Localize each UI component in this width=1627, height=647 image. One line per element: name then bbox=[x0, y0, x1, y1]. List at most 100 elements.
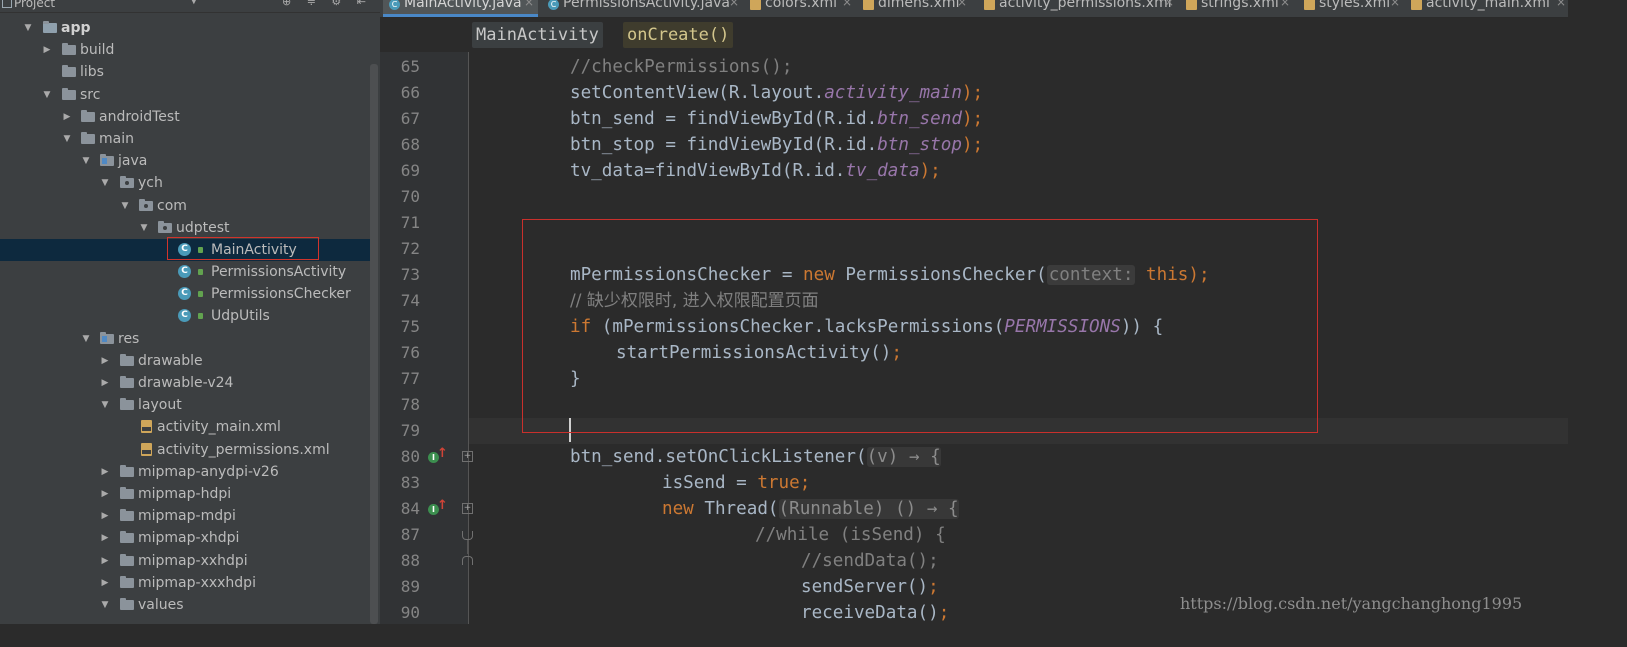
collapse-arrow-icon[interactable]: ▶ bbox=[100, 461, 110, 483]
expand-arrow-icon[interactable]: ▼ bbox=[139, 217, 149, 239]
close-tab-icon[interactable]: × bbox=[1390, 0, 1400, 8]
close-tab-icon[interactable]: × bbox=[524, 0, 534, 8]
caret-row-highlight bbox=[469, 418, 1568, 444]
collapse-arrow-icon[interactable]: ▶ bbox=[100, 527, 110, 549]
source-folder-icon bbox=[100, 154, 114, 167]
tree-item-build[interactable]: ▶ build bbox=[0, 39, 370, 61]
tree-item-activity-permissions-xml[interactable]: activity_permissions.xml bbox=[0, 439, 370, 461]
class-icon: C bbox=[389, 0, 400, 10]
tree-item-com[interactable]: ▼ com bbox=[0, 195, 370, 217]
close-tab-icon[interactable]: × bbox=[729, 0, 739, 8]
tab-dimens-xml[interactable]: dimens.xml × bbox=[857, 0, 971, 17]
access-lock-icon bbox=[198, 246, 203, 253]
code-constant: PERMISSIONS bbox=[1004, 317, 1121, 337]
folder-icon bbox=[120, 376, 134, 388]
tree-item-label: activity_main.xml bbox=[157, 419, 281, 436]
code-field: btn_send bbox=[877, 109, 962, 129]
tab-label: activity_permissions.xml bbox=[999, 0, 1172, 11]
tree-item-main[interactable]: ▼ main bbox=[0, 128, 370, 150]
tree-item-res[interactable]: ▼ res bbox=[0, 328, 370, 350]
class-icon: C bbox=[178, 309, 191, 323]
close-tab-icon[interactable]: × bbox=[1556, 0, 1566, 8]
tree-item-udptest[interactable]: ▼ udptest bbox=[0, 217, 370, 239]
fold-end-icon[interactable] bbox=[462, 531, 473, 540]
expand-arrow-icon[interactable]: ▼ bbox=[42, 84, 52, 106]
tree-item-mipmap-xxxhdpi[interactable]: ▶ mipmap-xxxhdpi bbox=[0, 572, 370, 594]
collapse-arrow-icon[interactable]: ▶ bbox=[100, 372, 110, 394]
tree-item-drawable-v24[interactable]: ▶ drawable-v24 bbox=[0, 372, 370, 394]
view-dropdown-icon[interactable]: ▼ bbox=[190, 0, 198, 6]
fold-start-icon[interactable] bbox=[462, 556, 473, 565]
tree-item-androidtest[interactable]: ▶ androidTest bbox=[0, 106, 370, 128]
breadcrumb-class[interactable]: MainActivity bbox=[472, 22, 603, 48]
tree-item-layout[interactable]: ▼ layout bbox=[0, 394, 370, 416]
code-keyword: true bbox=[757, 473, 800, 493]
collapse-arrow-icon[interactable]: ▶ bbox=[100, 550, 110, 572]
code-text: (mPermissionsChecker.lacksPermissions( bbox=[591, 317, 1005, 337]
tree-item-permissionschecker[interactable]: C PermissionsChecker bbox=[0, 283, 370, 305]
tree-item-mipmap-xxhdpi[interactable]: ▶ mipmap-xxhdpi bbox=[0, 550, 370, 572]
expand-fold-icon[interactable]: + bbox=[462, 503, 473, 514]
tab-activity-main-xml[interactable]: activity_main.xml × bbox=[1405, 0, 1568, 17]
tree-item-mipmap-mdpi[interactable]: ▶ mipmap-mdpi bbox=[0, 505, 370, 527]
code-keyword: if bbox=[570, 317, 592, 337]
expand-arrow-icon[interactable]: ▼ bbox=[100, 594, 110, 616]
package-icon bbox=[139, 198, 153, 211]
expand-arrow-icon[interactable]: ▼ bbox=[81, 150, 91, 172]
close-tab-icon[interactable]: × bbox=[1280, 0, 1290, 8]
tree-item-mipmap-hdpi[interactable]: ▶ mipmap-hdpi bbox=[0, 483, 370, 505]
breadcrumb-method[interactable]: onCreate() bbox=[623, 22, 734, 48]
collapse-arrow-icon[interactable]: ▶ bbox=[62, 106, 72, 128]
expand-arrow-icon[interactable]: ▼ bbox=[120, 195, 130, 217]
tab-colors-xml[interactable]: colors.xml × bbox=[744, 0, 856, 17]
tree-item-java[interactable]: ▼ java bbox=[0, 150, 370, 172]
collapse-arrow-icon[interactable]: ▶ bbox=[100, 483, 110, 505]
collapse-arrow-icon[interactable]: ▶ bbox=[100, 350, 110, 372]
code-comment: //sendData(); bbox=[801, 551, 939, 571]
tree-item-mipmap-xhdpi[interactable]: ▶ mipmap-xhdpi bbox=[0, 527, 370, 549]
tree-item-mainactivity[interactable]: C MainActivity bbox=[0, 238, 370, 262]
tree-item-app[interactable]: ▼ app bbox=[0, 17, 370, 39]
tree-item-permissionsactivity[interactable]: C PermissionsActivity bbox=[0, 261, 370, 283]
code-punct: ); bbox=[961, 135, 984, 155]
collapse-arrow-icon[interactable]: ▶ bbox=[42, 39, 52, 61]
collapse-arrow-icon[interactable]: ▶ bbox=[100, 505, 110, 527]
expand-arrow-icon[interactable]: ▼ bbox=[62, 128, 72, 150]
collapse-arrow-icon[interactable]: ▶ bbox=[100, 572, 110, 594]
expand-arrow-icon[interactable]: ▼ bbox=[23, 17, 33, 39]
expand-arrow-icon[interactable]: ▼ bbox=[81, 328, 91, 350]
project-panel-scrollbar[interactable] bbox=[370, 64, 378, 624]
tree-item-ych[interactable]: ▼ ych bbox=[0, 172, 370, 194]
resource-folder-icon bbox=[100, 331, 114, 344]
project-panel-title[interactable]: Project bbox=[14, 0, 55, 10]
close-tab-icon[interactable]: × bbox=[1164, 0, 1174, 8]
tab-styles-xml[interactable]: styles.xml × bbox=[1298, 0, 1404, 17]
tab-strings-xml[interactable]: strings.xml × bbox=[1180, 0, 1295, 17]
tree-item-libs[interactable]: libs bbox=[0, 61, 370, 83]
tab-permissionsactivity-java[interactable]: C PermissionsActivity.java × bbox=[542, 0, 742, 17]
expand-fold-icon[interactable]: + bbox=[462, 451, 473, 462]
tree-item-activity-main-xml[interactable]: activity_main.xml bbox=[0, 416, 370, 438]
code-line-84: new Thread((Runnable) () → { bbox=[662, 496, 959, 522]
tree-item-values[interactable]: ▼ values bbox=[0, 594, 370, 616]
tab-mainactivity-java[interactable]: C MainActivity.java × bbox=[383, 0, 538, 17]
code-text: isSend = bbox=[662, 473, 758, 493]
folded-lambda[interactable]: (Runnable) () → { bbox=[778, 499, 959, 519]
tree-item-label: ych bbox=[138, 175, 163, 192]
line-number: 88 bbox=[400, 551, 420, 570]
expand-arrow-icon[interactable]: ▼ bbox=[100, 172, 110, 194]
tree-item-drawable[interactable]: ▶ drawable bbox=[0, 350, 370, 372]
code-punct: ); bbox=[919, 161, 941, 181]
expand-arrow-icon[interactable]: ▼ bbox=[100, 394, 110, 416]
close-tab-icon[interactable]: × bbox=[842, 0, 852, 8]
line-number: 70 bbox=[400, 187, 420, 206]
code-line-89: sendServer(); bbox=[801, 574, 939, 600]
close-tab-icon[interactable]: × bbox=[957, 0, 967, 8]
tree-item-src[interactable]: ▼ src bbox=[0, 84, 370, 106]
tree-item-mipmap-anydpi-v26[interactable]: ▶ mipmap-anydpi-v26 bbox=[0, 461, 370, 483]
tab-activity-permissions-xml[interactable]: activity_permissions.xml × bbox=[978, 0, 1178, 17]
folded-lambda[interactable]: (v) → { bbox=[866, 447, 941, 467]
access-lock-icon bbox=[198, 291, 203, 298]
panel-tools-icon[interactable]: ⊕ ≑ ⚙ ⇤ bbox=[282, 0, 372, 8]
tree-item-udputils[interactable]: C UdpUtils bbox=[0, 305, 370, 327]
